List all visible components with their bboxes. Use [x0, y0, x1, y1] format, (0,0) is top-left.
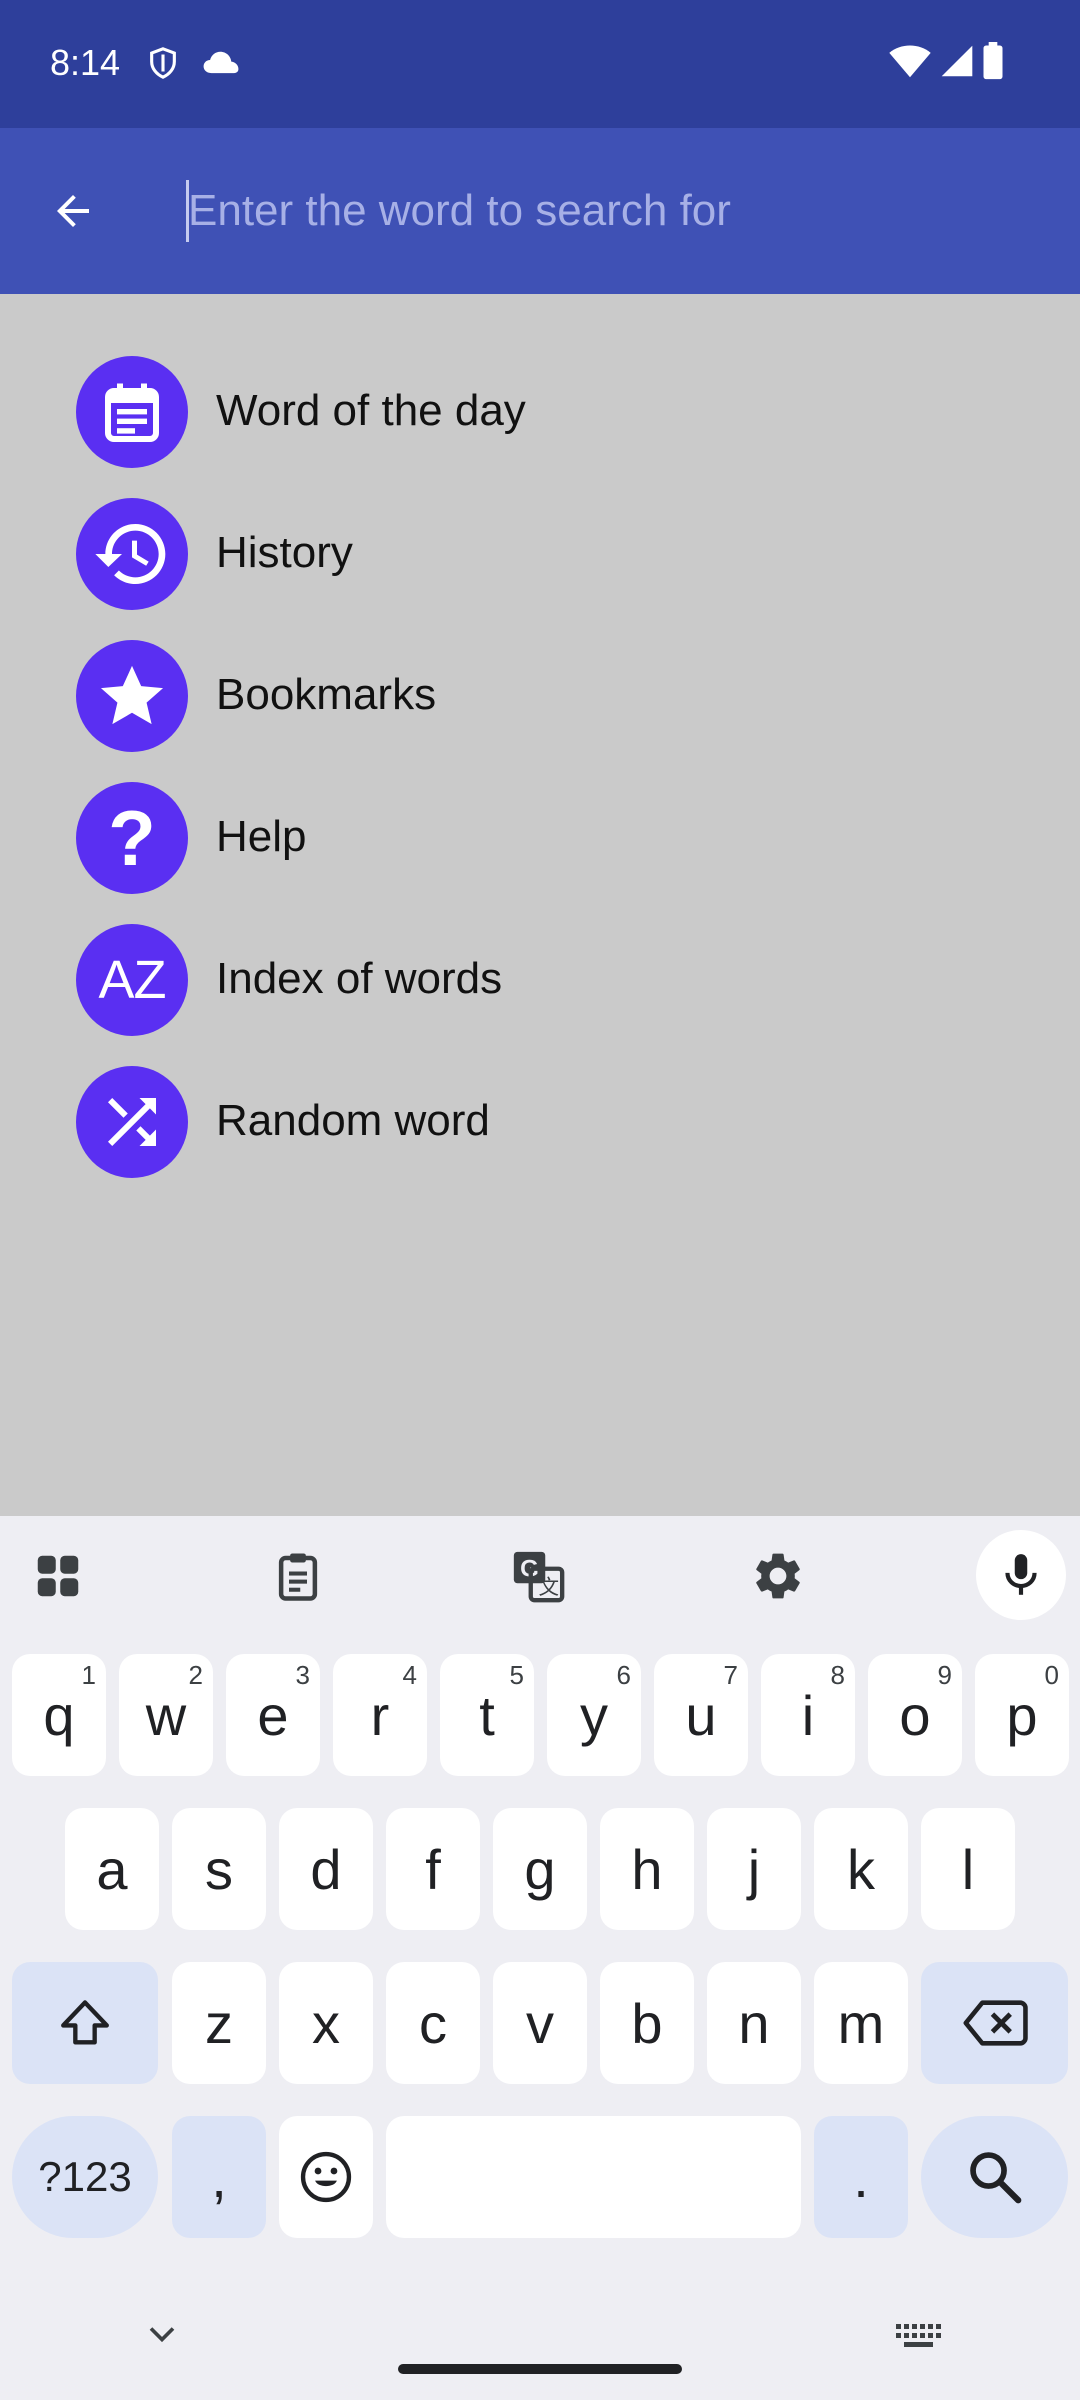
- menu-item-history[interactable]: History: [0, 484, 1080, 624]
- comma-key[interactable]: ,: [172, 2116, 266, 2238]
- key-y[interactable]: y6: [547, 1654, 641, 1776]
- shift-key[interactable]: [12, 1962, 158, 2084]
- menu-item-label: History: [216, 528, 353, 577]
- chevron-down-icon[interactable]: [140, 2312, 184, 2361]
- emoji-key[interactable]: [279, 2116, 373, 2238]
- menu-item-word-of-the-day[interactable]: Word of the day: [0, 342, 1080, 482]
- key-o[interactable]: o9: [868, 1654, 962, 1776]
- search-input[interactable]: [188, 172, 1038, 250]
- key-f[interactable]: f: [386, 1808, 480, 1930]
- translate-icon[interactable]: G文: [506, 1544, 570, 1608]
- wifi-icon: [888, 43, 932, 84]
- shift-icon: [61, 2000, 109, 2045]
- key-j[interactable]: j: [707, 1808, 801, 1930]
- menu-item-label: Help: [216, 812, 307, 861]
- az-icon: AZ: [76, 924, 188, 1036]
- key-z[interactable]: z: [172, 1962, 266, 2084]
- clipboard-icon[interactable]: [266, 1544, 330, 1608]
- key-x[interactable]: x: [279, 1962, 373, 2084]
- symbols-key[interactable]: ?123: [12, 2116, 158, 2238]
- key-i[interactable]: i8: [761, 1654, 855, 1776]
- back-button[interactable]: [40, 178, 106, 244]
- key-m[interactable]: m: [814, 1962, 908, 2084]
- status-icons: [888, 42, 1004, 85]
- key-n[interactable]: n: [707, 1962, 801, 2084]
- search-key[interactable]: [921, 2116, 1068, 2238]
- key-g[interactable]: g: [493, 1808, 587, 1930]
- svg-text:文: 文: [538, 1575, 559, 1599]
- search-icon: [969, 2152, 1021, 2204]
- key-q[interactable]: q1: [12, 1654, 106, 1776]
- space-key[interactable]: [386, 2116, 801, 2238]
- history-icon: [76, 498, 188, 610]
- key-h[interactable]: h: [600, 1808, 694, 1930]
- cloud-icon: [202, 48, 240, 81]
- menu-item-help[interactable]: ? Help: [0, 768, 1080, 908]
- gear-icon[interactable]: [746, 1544, 810, 1608]
- menu-item-label: Bookmarks: [216, 670, 437, 719]
- emoji-icon: [300, 2151, 352, 2203]
- menu-item-random-word[interactable]: Random word: [0, 1052, 1080, 1192]
- menu-item-label: Index of words: [216, 954, 503, 1003]
- key-k[interactable]: k: [814, 1808, 908, 1930]
- key-p[interactable]: p0: [975, 1654, 1069, 1776]
- arrow-back-icon: [57, 195, 89, 227]
- backspace-key[interactable]: [921, 1962, 1068, 2084]
- keyboard-icon[interactable]: [894, 2318, 942, 2359]
- backspace-icon: [963, 2000, 1028, 2046]
- app-bar: [0, 128, 1080, 294]
- menu-item-label: Word of the day: [216, 386, 526, 435]
- key-s[interactable]: s: [172, 1808, 266, 1930]
- shield-icon: [146, 44, 180, 87]
- calendar-icon: [76, 356, 188, 468]
- question-icon: ?: [76, 782, 188, 894]
- star-icon: [76, 640, 188, 752]
- keyboard-toolbar: G文: [0, 1516, 1080, 1636]
- key-b[interactable]: b: [600, 1962, 694, 2084]
- shuffle-icon: [76, 1066, 188, 1178]
- menu-item-label: Random word: [216, 1096, 490, 1145]
- menu-item-bookmarks[interactable]: Bookmarks: [0, 626, 1080, 766]
- menu-item-index-of-words[interactable]: AZ Index of words: [0, 910, 1080, 1050]
- key-a[interactable]: a: [65, 1808, 159, 1930]
- apps-grid-icon[interactable]: [26, 1544, 90, 1608]
- key-d[interactable]: d: [279, 1808, 373, 1930]
- key-l[interactable]: l: [921, 1808, 1015, 1930]
- key-c[interactable]: c: [386, 1962, 480, 2084]
- mic-icon: [1005, 1554, 1037, 1595]
- status-bar: 8:14: [0, 0, 1080, 128]
- home-handle[interactable]: [398, 2364, 682, 2374]
- period-key[interactable]: .: [814, 2116, 908, 2238]
- key-e[interactable]: e3: [226, 1654, 320, 1776]
- battery-icon: [982, 42, 1004, 85]
- signal-icon: [940, 43, 974, 84]
- key-t[interactable]: t5: [440, 1654, 534, 1776]
- menu-list: Word of the day History Bookmarks ? Help…: [0, 294, 1080, 1516]
- soft-keyboard: G文 q1 w2 e3 r4 t5 y6 u7 i8 o9 p0 a s d f…: [0, 1516, 1080, 2400]
- key-u[interactable]: u7: [654, 1654, 748, 1776]
- key-w[interactable]: w2: [119, 1654, 213, 1776]
- mic-button[interactable]: [976, 1530, 1066, 1620]
- key-v[interactable]: v: [493, 1962, 587, 2084]
- status-time: 8:14: [50, 42, 121, 83]
- key-r[interactable]: r4: [333, 1654, 427, 1776]
